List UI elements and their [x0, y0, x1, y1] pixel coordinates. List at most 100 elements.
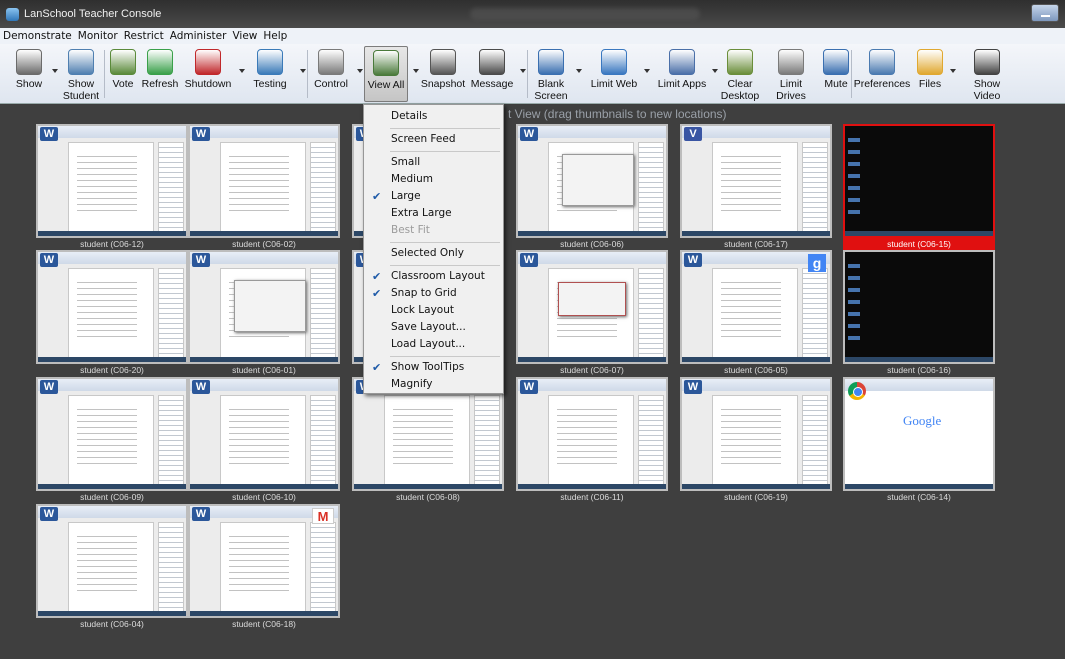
student-thumbnail[interactable]: Wstudent (C06-04) — [36, 504, 188, 630]
student-thumbnail[interactable]: Wstudent (C06-06) — [516, 124, 668, 250]
student-screen-preview — [843, 124, 995, 238]
vote-button[interactable]: Vote — [109, 46, 137, 102]
menu-item-screen-feed[interactable]: Screen Feed — [364, 131, 503, 148]
snapshot-button[interactable]: Snapshot — [420, 46, 466, 102]
clear-desktop-button[interactable]: Clear Desktop — [719, 46, 761, 102]
ribbon — [682, 126, 830, 138]
menu-help[interactable]: Help — [263, 30, 293, 42]
message-button[interactable]: Message — [471, 46, 513, 102]
menu-item-magnify[interactable]: Magnify — [364, 376, 503, 393]
word-icon: W — [192, 507, 210, 521]
side-pane — [158, 142, 184, 236]
view-all-button[interactable]: View All — [364, 46, 408, 102]
student-thumbnail[interactable]: student (C06-16) — [843, 250, 995, 376]
preferences-button[interactable]: Preferences — [854, 46, 910, 102]
document-page — [548, 395, 634, 489]
menu-item-label: Screen Feed — [391, 133, 456, 145]
control-dropdown-arrow[interactable] — [357, 69, 363, 73]
student-thumbnail[interactable]: Wstudent (C06-09) — [36, 377, 188, 503]
menu-item-medium[interactable]: Medium — [364, 171, 503, 188]
refresh-button[interactable]: Refresh — [141, 46, 179, 102]
menu-separator — [390, 356, 500, 357]
limit-apps-button[interactable]: Limit Apps — [657, 46, 707, 102]
desktop-icons — [848, 130, 860, 220]
menu-item-large[interactable]: ✔ Large — [364, 188, 503, 205]
shutdown-dropdown-arrow[interactable] — [239, 69, 245, 73]
word-icon: W — [40, 380, 58, 394]
student-thumbnail[interactable]: Wstudent (C06-02) — [188, 124, 340, 250]
shutdown-button[interactable]: Shutdown — [184, 46, 232, 102]
testing-dropdown-arrow[interactable] — [300, 69, 306, 73]
view-all-dropdown-arrow[interactable] — [413, 69, 419, 73]
menu-item-details[interactable]: Details — [364, 108, 503, 125]
control-label: Control — [314, 78, 348, 90]
student-thumbnail[interactable]: Wstudent (C06-10) — [188, 377, 340, 503]
student-thumbnail[interactable]: Vstudent (C06-17) — [680, 124, 832, 250]
student-name-label: student (C06-15) — [843, 238, 995, 250]
limit-drives-button[interactable]: Limit Drives — [764, 46, 818, 102]
menu-view[interactable]: View — [232, 30, 263, 42]
show-dropdown-arrow[interactable] — [52, 69, 58, 73]
message-dropdown-arrow[interactable] — [520, 69, 526, 73]
student-thumbnail[interactable]: Wstudent (C06-07) — [516, 250, 668, 376]
student-thumbnail[interactable]: Wstudent (C06-01) — [188, 250, 340, 376]
menu-item-load-layout[interactable]: Load Layout... — [364, 336, 503, 353]
menu-item-label: Save Layout... — [391, 321, 466, 333]
limit-web-button[interactable]: Limit Web — [589, 46, 639, 102]
blank-screen-button[interactable]: Blank Screen — [534, 46, 568, 102]
student-screen-preview: WM — [188, 504, 340, 618]
student-thumbnail[interactable]: Wstudent (C06-20) — [36, 250, 188, 376]
side-pane — [310, 268, 336, 362]
files-button[interactable]: Files — [915, 46, 945, 102]
side-pane — [474, 395, 500, 489]
browser-tabbar — [845, 379, 993, 391]
student-name-label: student (C06-02) — [232, 239, 296, 249]
menu-item-snap-to-grid[interactable]: ✔ Snap to Grid — [364, 285, 503, 302]
control-button[interactable]: Control — [311, 46, 351, 102]
testing-button[interactable]: Testing — [248, 46, 292, 102]
side-pane — [802, 142, 828, 236]
menu-monitor[interactable]: Monitor — [78, 30, 124, 42]
blurred-window-text — [470, 8, 700, 20]
student-screen-preview: W — [188, 250, 340, 364]
show-video-button[interactable]: Show Video — [960, 46, 1014, 102]
shutdown-label: Shutdown — [184, 78, 232, 90]
show-button[interactable]: Show — [12, 46, 46, 102]
taskbar — [190, 357, 338, 362]
student-thumbnail[interactable]: Wg student (C06-05) — [680, 250, 832, 376]
document-page — [68, 522, 154, 616]
show-label: Show — [15, 78, 43, 90]
student-screen-preview: V — [680, 124, 832, 238]
student-thumbnail[interactable]: W Mstudent (C06-18) — [188, 504, 340, 630]
student-thumbnail[interactable]: Wstudent (C06-11) — [516, 377, 668, 503]
student-screen-preview: W — [680, 377, 832, 491]
menu-item-lock-layout[interactable]: Lock Layout — [364, 302, 503, 319]
menu-item-extra-large[interactable]: Extra Large — [364, 205, 503, 222]
menu-item-save-layout[interactable]: Save Layout... — [364, 319, 503, 336]
dialog-window — [558, 282, 626, 316]
student-thumbnail[interactable]: Wstudent (C06-12) — [36, 124, 188, 250]
menu-item-classroom-layout[interactable]: ✔ Classroom Layout — [364, 268, 503, 285]
mute-button[interactable]: Mute — [822, 46, 850, 102]
menu-demonstrate[interactable]: Demonstrate — [3, 30, 78, 42]
limit-web-dropdown-arrow[interactable] — [644, 69, 650, 73]
show-student-button[interactable]: Show Student — [60, 46, 102, 102]
menu-item-small[interactable]: Small — [364, 154, 503, 171]
blank-screen-dropdown-arrow[interactable] — [576, 69, 582, 73]
show-video-label: Show Video — [973, 78, 1001, 102]
limit-apps-dropdown-arrow[interactable] — [712, 69, 718, 73]
student-thumbnail[interactable]: student (C06-15) — [843, 124, 995, 250]
student-thumbnail[interactable]: Wstudent (C06-08) — [352, 377, 504, 503]
menu-item-show-tooltips[interactable]: ✔ Show ToolTips — [364, 359, 503, 376]
show-student-label: Show Student — [62, 78, 100, 102]
student-name-label: student (C06-06) — [560, 239, 624, 249]
menu-administer[interactable]: Administer — [170, 30, 233, 42]
minimize-button[interactable] — [1031, 4, 1059, 22]
student-thumbnail[interactable]: Wstudent (C06-19) — [680, 377, 832, 503]
student-thumbnail[interactable]: Google student (C06-14) — [843, 377, 995, 503]
toolbar-separator — [104, 50, 105, 98]
menu-item-selected-only[interactable]: Selected Only — [364, 245, 503, 262]
taskbar — [190, 484, 338, 489]
files-dropdown-arrow[interactable] — [950, 69, 956, 73]
menu-restrict[interactable]: Restrict — [124, 30, 170, 42]
